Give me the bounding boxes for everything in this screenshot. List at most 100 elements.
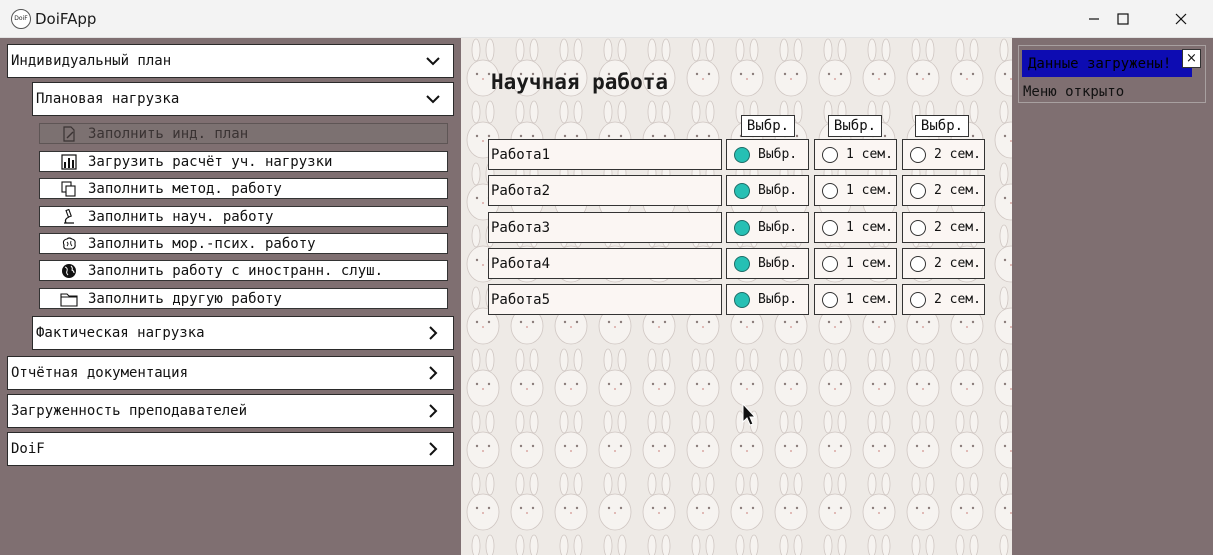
select-all-sem2-button[interactable]: Выбр.: [915, 115, 969, 137]
notification-message: Данные загружены!: [1022, 50, 1192, 77]
sub-item-method-work[interactable]: Заполнить метод. работу: [39, 178, 448, 199]
radio-label: Выбр.: [758, 183, 798, 198]
radio-sem1[interactable]: 1 сем.: [814, 248, 897, 279]
menu-teacher-load-label: Загруженность преподавателей: [11, 403, 248, 419]
radio-label: 1 сем.: [846, 220, 893, 235]
menu-teacher-load[interactable]: Загруженность преподавателей: [7, 394, 454, 428]
work-row: Работа4 Выбр. 1 сем. 2 сем.: [488, 248, 985, 279]
sub-item-label: Заполнить другую работу: [88, 290, 282, 307]
work-row: Работа3 Выбр. 1 сем. 2 сем.: [488, 212, 985, 243]
radio-indicator: [822, 182, 838, 199]
radio-label: 1 сем.: [846, 292, 893, 307]
sub-item-other-work[interactable]: Заполнить другую работу: [39, 288, 448, 309]
chevron-down-icon: [426, 57, 440, 66]
app-logo-icon: DoiF: [11, 9, 31, 29]
sub-item-moral-psych-work[interactable]: Заполнить мор.-псих. работу: [39, 233, 448, 254]
radio-indicator: [822, 219, 838, 236]
radio-sem1[interactable]: 1 сем.: [814, 175, 897, 206]
status-text: Меню открыто: [1023, 84, 1125, 100]
radio-indicator: [910, 219, 926, 236]
radio-sem1[interactable]: 1 сем.: [814, 139, 897, 170]
chevron-right-icon: [429, 366, 438, 380]
sub-item-label: Заполнить метод. работу: [88, 180, 282, 197]
radio-checked-indicator: [734, 291, 750, 308]
radio-indicator: [910, 291, 926, 308]
radio-indicator: [822, 146, 838, 163]
menu-report-docs[interactable]: Отчётная документация: [7, 356, 454, 390]
window-title: DoiFApp: [35, 10, 97, 28]
right-panel-background: [1012, 38, 1213, 555]
folder-icon: [60, 291, 78, 307]
radio-label: Выбр.: [758, 256, 798, 271]
work-row: Работа2 Выбр. 1 сем. 2 сем.: [488, 175, 985, 206]
close-window-button[interactable]: [1152, 0, 1210, 38]
radio-label: 1 сем.: [846, 183, 893, 198]
work-row: Работа5 Выбр. 1 сем. 2 сем.: [488, 284, 985, 315]
work-name: Работа3: [488, 212, 722, 243]
maximize-button[interactable]: [1094, 0, 1152, 38]
radio-label: Выбр.: [758, 220, 798, 235]
menu-individual-plan[interactable]: Индивидуальный план: [7, 44, 454, 78]
radio-choose[interactable]: Выбр.: [726, 175, 809, 206]
radio-label: 1 сем.: [846, 147, 893, 162]
radio-label: 2 сем.: [934, 256, 981, 271]
close-icon: [1175, 13, 1187, 25]
work-row: Работа1 Выбр. 1 сем. 2 сем.: [488, 139, 985, 170]
menu-planned-load-label: Плановая нагрузка: [36, 91, 180, 107]
radio-indicator: [822, 291, 838, 308]
radio-label: Выбр.: [758, 147, 798, 162]
work-name: Работа2: [488, 175, 722, 206]
sub-item-science-work[interactable]: Заполнить науч. работу: [39, 206, 448, 227]
title-bar: DoiF DoiFApp: [0, 0, 1213, 38]
menu-planned-load[interactable]: Плановая нагрузка: [32, 82, 454, 116]
menu-doif[interactable]: DoiF: [7, 432, 454, 466]
radio-sem2[interactable]: 2 сем.: [902, 139, 985, 170]
select-all-choose-button[interactable]: Выбр.: [741, 115, 795, 137]
page-title: Научная работа: [491, 70, 669, 94]
radio-sem1[interactable]: 1 сем.: [814, 212, 897, 243]
chevron-right-icon: [429, 326, 438, 340]
radio-choose[interactable]: Выбр.: [726, 212, 809, 243]
sub-item-label: Загрузить расчёт уч. нагрузки: [88, 153, 333, 170]
select-all-sem1-button[interactable]: Выбр.: [828, 115, 882, 137]
radio-choose[interactable]: Выбр.: [726, 139, 809, 170]
menu-doif-label: DoiF: [11, 441, 45, 457]
sub-item-label: Заполнить мор.-псих. работу: [88, 235, 316, 252]
radio-label: 2 сем.: [934, 292, 981, 307]
chevron-down-icon: [426, 95, 440, 104]
radio-choose[interactable]: Выбр.: [726, 248, 809, 279]
sub-item-foreign-students[interactable]: Заполнить работу с иностранн. слуш.: [39, 260, 448, 281]
menu-actual-load[interactable]: Фактическая нагрузка: [32, 316, 454, 350]
radio-checked-indicator: [734, 182, 750, 199]
radio-sem2[interactable]: 2 сем.: [902, 212, 985, 243]
menu-actual-load-label: Фактическая нагрузка: [36, 325, 205, 341]
sub-item-label: Заполнить инд. план: [88, 125, 249, 142]
work-name: Работа4: [488, 248, 722, 279]
sub-item-label: Заполнить науч. работу: [88, 208, 274, 225]
chevron-right-icon: [429, 442, 438, 456]
radio-label: 2 сем.: [934, 147, 981, 162]
maximize-icon: [1117, 13, 1129, 25]
radio-indicator: [822, 255, 838, 272]
radio-indicator: [910, 146, 926, 163]
sub-item-load-calculation[interactable]: Загрузить расчёт уч. нагрузки: [39, 151, 448, 172]
radio-indicator: [910, 182, 926, 199]
radio-sem2[interactable]: 2 сем.: [902, 284, 985, 315]
work-name: Работа5: [488, 284, 722, 315]
notification-close-button[interactable]: ×: [1182, 49, 1201, 68]
edit-document-icon: [60, 125, 78, 142]
sub-item-fill-ind-plan[interactable]: Заполнить инд. план: [39, 123, 448, 144]
radio-label: 1 сем.: [846, 256, 893, 271]
radio-label: Выбр.: [758, 292, 798, 307]
copy-pages-icon: [60, 180, 78, 197]
radio-label: 2 сем.: [934, 183, 981, 198]
radio-sem2[interactable]: 2 сем.: [902, 175, 985, 206]
bar-chart-icon: [60, 153, 78, 170]
microscope-icon: [60, 208, 78, 225]
radio-indicator: [910, 255, 926, 272]
brain-icon: [60, 236, 78, 252]
radio-choose[interactable]: Выбр.: [726, 284, 809, 315]
mouse-cursor-icon: [742, 403, 756, 426]
radio-sem1[interactable]: 1 сем.: [814, 284, 897, 315]
radio-sem2[interactable]: 2 сем.: [902, 248, 985, 279]
